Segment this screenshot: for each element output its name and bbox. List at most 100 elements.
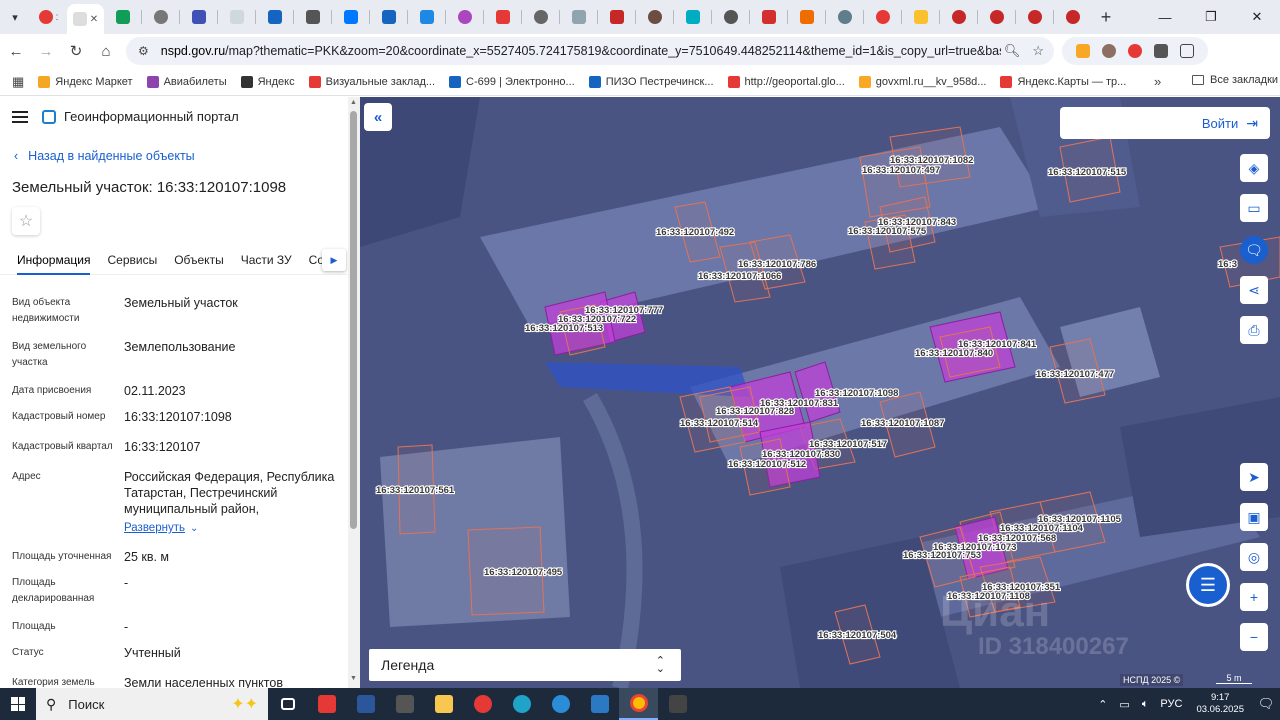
parcel-label[interactable]: 16:33:120107:514 (679, 417, 760, 430)
browser-tab[interactable] (598, 4, 635, 30)
parcel-label[interactable]: 16:33:120107:497 (861, 164, 941, 177)
bookmark-item[interactable]: Яндекс (240, 75, 295, 88)
map-canvas[interactable]: 16:33:120107:108216:33:120107:497 16:33:1… (360, 97, 1280, 688)
mail-icon[interactable] (580, 688, 619, 720)
scroll-up-icon[interactable]: ▲ (350, 99, 357, 106)
bookmark-item[interactable]: С-699 | Электронно... (449, 75, 575, 88)
parcel-label[interactable]: 16:33:120107:786 (737, 258, 817, 271)
internet-explorer-icon[interactable] (541, 688, 580, 720)
restore-icon[interactable]: ❐ (1188, 0, 1234, 34)
browser-tab[interactable] (370, 4, 407, 30)
browser-tab[interactable] (1054, 4, 1091, 30)
panel-scrollbar[interactable]: ▲ ▼ (348, 97, 360, 688)
extension-icon[interactable] (1076, 44, 1090, 58)
browser-tab[interactable] (674, 4, 711, 30)
parcel-label[interactable]: 16:33:120107:1066 (697, 270, 783, 283)
windows-start-icon[interactable] (0, 688, 36, 720)
tab-information[interactable]: Информация (17, 245, 91, 275)
browser-tab[interactable] (408, 4, 445, 30)
parcel-label[interactable]: 16:3 (1217, 258, 1238, 271)
clock[interactable]: 9:17 03.06.2025 (1196, 692, 1244, 716)
parcel-label[interactable]: 16:33:120107:828 (715, 405, 795, 418)
extension-icon[interactable] (1128, 44, 1142, 58)
zoom-in-icon[interactable]: + (1240, 583, 1268, 611)
parcel-label[interactable]: 16:33:120107:512 (727, 458, 807, 471)
extension-icon[interactable] (1102, 44, 1116, 58)
bookmark-item[interactable]: Визуальные заклад... (308, 75, 435, 88)
network-icon[interactable]: ▭ (1119, 698, 1129, 711)
browser-tab[interactable] (902, 4, 939, 30)
zoom-icon[interactable]: 🔍︎ (1004, 43, 1021, 59)
back-to-results-link[interactable]: ‹ Назад в найденные объекты (14, 149, 195, 163)
parcel-label[interactable]: 16:33:120107:495 (483, 566, 564, 579)
browser-tab[interactable] (218, 4, 255, 30)
menu-icon[interactable] (12, 110, 28, 123)
language-indicator[interactable]: РУС (1160, 698, 1182, 710)
collapse-panel-icon[interactable]: « (364, 103, 392, 131)
file-explorer-icon[interactable] (424, 688, 463, 720)
browser-tab[interactable] (522, 4, 559, 30)
bookmark-item[interactable]: Яндекс Маркет (38, 75, 133, 88)
home-icon[interactable]: ⌂ (92, 37, 120, 65)
browser-tab[interactable] (978, 4, 1015, 30)
all-bookmarks[interactable]: Все закладки (1192, 74, 1278, 86)
browser-tab[interactable] (636, 4, 673, 30)
browser-tab[interactable] (560, 4, 597, 30)
locate-me-icon[interactable]: ◎ (1240, 543, 1268, 571)
calculator-icon[interactable] (658, 688, 697, 720)
parcel-label[interactable]: 16:33:120107:575 (847, 225, 928, 238)
apps-grid-icon[interactable]: ▦ (12, 74, 24, 90)
browser-tab[interactable] (446, 4, 483, 30)
bookmark-item[interactable]: Авиабилеты (146, 75, 227, 88)
login-button[interactable]: Войти ⇥ (1060, 107, 1270, 139)
chat-bot-icon[interactable]: 🗨 (1240, 236, 1268, 264)
scroll-down-icon[interactable]: ▼ (350, 675, 357, 682)
bookmark-item[interactable]: http://geoportal.glo... (727, 75, 845, 88)
browser-tab[interactable] (712, 4, 749, 30)
scrollbar-thumb[interactable] (350, 111, 357, 529)
parcel-label[interactable]: 16:33:120107:492 (655, 226, 735, 239)
tab-services[interactable]: Сервисы (107, 245, 157, 275)
parcel-label[interactable]: 16:33:120107:1087 (860, 417, 946, 430)
legend-dropdown[interactable]: Легенда ⌃ ⌄ (369, 649, 681, 681)
bookmark-item[interactable]: ПИЗО Пестречинск... (588, 75, 714, 88)
task-view-icon[interactable] (268, 688, 307, 720)
support-chat-icon[interactable]: ☰ (1186, 563, 1230, 607)
browser-tab[interactable] (294, 4, 331, 30)
browser-tab-active[interactable]: ✕ (67, 4, 104, 34)
layers-icon[interactable]: ◈ (1240, 154, 1268, 182)
browser-tab[interactable]: : (30, 4, 67, 30)
extension-icon[interactable] (1154, 44, 1168, 58)
favorite-star-icon[interactable]: ☆ (12, 207, 40, 235)
yandex-browser-icon[interactable] (307, 688, 346, 720)
parcel-label[interactable]: 16:33:120107:477 (1035, 368, 1115, 381)
forward-icon[interactable]: → (32, 37, 60, 65)
browser-tab[interactable] (180, 4, 217, 30)
more-bookmarks-icon[interactable]: » (1154, 74, 1161, 89)
address-bar[interactable]: ⚙ nspd.gov.ru/map?thematic=PKK&zoom=20&c… (126, 37, 1054, 65)
chrome-icon[interactable] (619, 688, 658, 720)
chevron-down-icon[interactable]: ⌄ (190, 523, 198, 534)
browser-tab[interactable] (256, 4, 293, 30)
basemap-icon[interactable]: ▣ (1240, 503, 1268, 531)
share-icon[interactable]: ⋖ (1240, 276, 1268, 304)
url-text[interactable]: nspd.gov.ru/map?thematic=PKK&zoom=20&coo… (161, 44, 1001, 58)
tray-expand-icon[interactable]: ⌃ (1098, 698, 1107, 711)
browser-tab[interactable] (104, 4, 141, 30)
parcel-label[interactable]: 16:33:120107:840 (914, 347, 994, 360)
volume-icon[interactable]: 🔈︎ (1142, 698, 1149, 711)
parcel-label[interactable]: 16:33:120107:513 (524, 322, 604, 335)
back-icon[interactable]: ← (2, 37, 30, 65)
browser-tab[interactable] (1016, 4, 1053, 30)
yandex-icon[interactable] (463, 688, 502, 720)
parcel-label[interactable]: 16:33:120107:504 (817, 629, 898, 642)
extensions-puzzle-icon[interactable] (1180, 44, 1194, 58)
browser-tab[interactable] (484, 4, 521, 30)
tabs-scroll-right-icon[interactable]: ▶ (322, 249, 346, 271)
ruler-icon[interactable]: ▭ (1240, 194, 1268, 222)
tab-parts[interactable]: Части ЗУ (241, 245, 292, 275)
browser-tab[interactable] (788, 4, 825, 30)
edge-icon[interactable] (502, 688, 541, 720)
word-icon[interactable] (346, 688, 385, 720)
tab-objects[interactable]: Объекты (174, 245, 224, 275)
